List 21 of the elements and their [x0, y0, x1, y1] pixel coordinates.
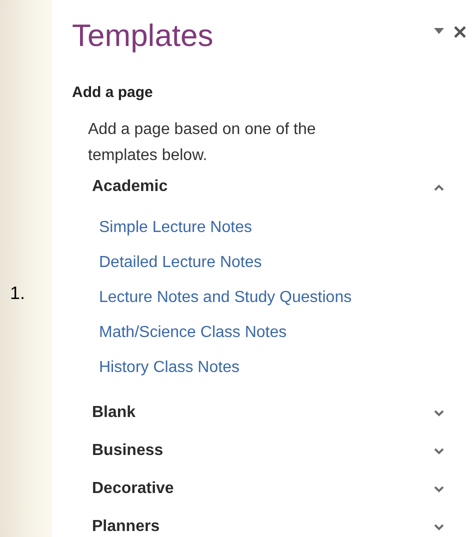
section-description: Add a page based on one of the templates below. [88, 120, 317, 166]
template-link[interactable]: History Class Notes [99, 350, 240, 385]
category-header[interactable]: Business [92, 439, 164, 463]
dropdown-arrow-icon[interactable] [434, 28, 444, 34]
chevron-down-icon[interactable] [434, 524, 444, 530]
chevron-up-icon[interactable] [434, 184, 444, 190]
section-heading: Add a page [72, 83, 154, 103]
pane-title: Templates [72, 17, 214, 55]
close-icon[interactable] [454, 26, 466, 38]
template-link[interactable]: Simple Lecture Notes [99, 210, 252, 245]
list-number: 1. [10, 282, 26, 305]
category-header[interactable]: Academic [92, 175, 168, 199]
category-header[interactable]: Blank [92, 401, 136, 425]
chevron-down-icon[interactable] [434, 486, 444, 492]
template-link[interactable]: Math/Science Class Notes [99, 315, 287, 350]
template-link[interactable]: Lecture Notes and Study Questions [99, 280, 352, 315]
category-header[interactable]: Decorative [92, 477, 174, 501]
category-header[interactable]: Planners [92, 515, 160, 537]
chevron-down-icon[interactable] [434, 448, 444, 454]
chevron-down-icon[interactable] [434, 410, 444, 416]
template-link[interactable]: Detailed Lecture Notes [99, 245, 262, 280]
